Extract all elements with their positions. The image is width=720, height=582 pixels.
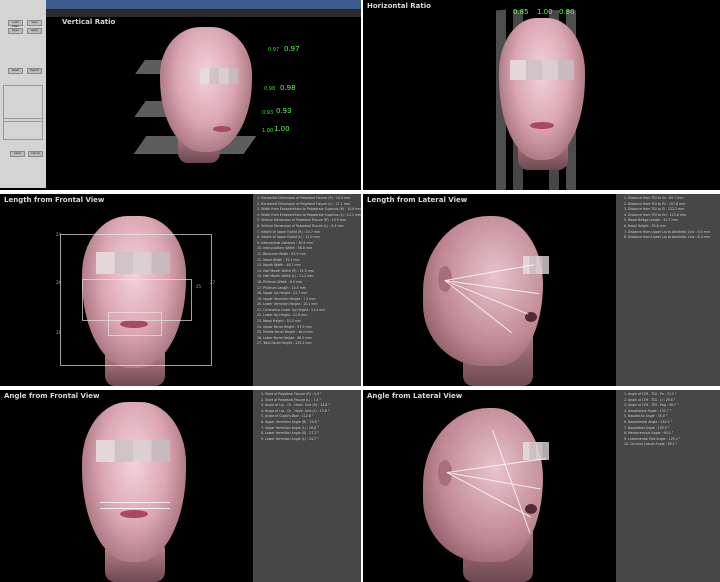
measurement-list: 1. Horizontal Dimension of Palpebral Fis… — [253, 194, 361, 386]
panel-title: Angle from Lateral View — [367, 392, 463, 400]
ratio-value-1: 0.97 — [284, 45, 300, 53]
face-3d-model — [160, 27, 252, 152]
sidebar-button-1[interactable]: Load Mesh — [8, 20, 23, 28]
lips — [120, 510, 148, 518]
list-container: 1. Angle of LTM - TDI - Pn : 31.5 ° 2. An… — [616, 390, 720, 448]
face-eye-mosaic — [510, 60, 574, 80]
horizontal-ratio-1: 0.85 — [513, 8, 529, 16]
side-label-2: 26 — [56, 280, 62, 285]
side-label-4: 27 — [210, 280, 216, 285]
sidebar-group-box-2 — [3, 118, 43, 140]
ratio-value-3: 0.93 — [276, 107, 292, 115]
measurement-list: 1. Angle of LTM - TDI - Pn : 31.5 ° 2. An… — [616, 390, 720, 582]
panel-title: Angle from Frontal View — [4, 392, 100, 400]
list-container: 1. Slant of Palpebral Fissure (R) : 5.9 … — [253, 390, 361, 442]
sidebar-button-4[interactable]: Apply — [27, 28, 42, 34]
side-label-5: 28 — [56, 330, 62, 335]
toolbar — [46, 9, 361, 17]
angle-frontal-panel: Angle from Frontal View 1. Slant of Palp… — [0, 390, 361, 582]
list-item: 27. Total Facial Height : 135.4 mm — [257, 341, 312, 346]
face-eye-mosaic — [96, 440, 170, 462]
window-titlebar — [46, 0, 361, 9]
length-frontal-panel: Length from Frontal View 24 26 25 27 28 … — [0, 194, 361, 386]
vertical-ratio-panel: Load Mesh Save Open Apply Reset Export C… — [0, 0, 361, 190]
sidebar-button-8[interactable]: Cancel — [28, 151, 43, 157]
panel-title: Vertical Ratio — [62, 18, 116, 26]
list-item: 10. Cervical Lobule Angle : 80.1 ° — [624, 442, 678, 447]
angle-line-2 — [100, 508, 170, 509]
measurement-box-lips — [108, 312, 162, 336]
angle-lateral-panel: Angle from Lateral View 1. Angle of LTM … — [363, 390, 720, 582]
ratio-small-label-3: 0.93 — [262, 110, 274, 116]
list-item: 9. Lower Vermilion Angle (L) : 24.7 ° — [261, 436, 319, 441]
ratio-small-label-4: 1.00 — [262, 128, 274, 134]
ratio-small-label-2: 0.98 — [264, 86, 276, 92]
sidebar-button-2[interactable]: Save — [27, 20, 42, 26]
sidebar-button-6[interactable]: Export — [27, 68, 42, 74]
side-label-1: 24 — [56, 232, 62, 237]
list-container: 1. Distance from TDI to Sn : 85.7 mm 2. D… — [616, 194, 720, 241]
lips — [530, 122, 554, 129]
measurement-list: 1. Slant of Palpebral Fissure (R) : 5.9 … — [253, 390, 361, 582]
list-item: 8. Distance from Lower Lip to Aesthetic … — [624, 235, 710, 240]
horizontal-ratio-2: 1.00 — [537, 8, 553, 16]
lips — [213, 126, 231, 132]
measurement-list: 1. Distance from TDI to Sn : 85.7 mm 2. D… — [616, 194, 720, 386]
sidebar-button-3[interactable]: Open — [8, 28, 23, 34]
sidebar-button-5[interactable]: Reset — [8, 68, 23, 74]
control-sidebar: Load Mesh Save Open Apply Reset Export C… — [0, 0, 46, 188]
side-label-3: 25 — [196, 284, 202, 289]
list-container: 1. Horizontal Dimension of Palpebral Fis… — [253, 194, 361, 347]
sidebar-button-7[interactable]: Close — [10, 151, 25, 157]
list-item: 3. Width from Endocanthion to Palpebrale… — [257, 207, 361, 212]
panel-title: Horizontal Ratio — [367, 2, 431, 10]
list-item: 1. Horizontal Dimension of Palpebral Fis… — [257, 196, 351, 200]
ratio-small-label-1: 0.97 — [268, 47, 280, 53]
sidebar-group-box — [3, 85, 43, 122]
length-lateral-panel: Length from Lateral View 1. Distance fro… — [363, 194, 720, 386]
face-frontal-model — [82, 402, 186, 562]
panel-title: Length from Lateral View — [367, 196, 468, 204]
face-eye-mosaic — [200, 68, 238, 84]
horizontal-ratio-3: 0.80 — [559, 8, 575, 16]
lips — [525, 504, 537, 514]
ratio-value-4: 1.00 — [274, 125, 290, 133]
angle-line-1 — [100, 502, 170, 503]
horizontal-ratio-panel: Horizontal Ratio 0.85 1.00 0.80 — [363, 0, 720, 190]
ratio-value-2: 0.98 — [280, 84, 296, 92]
panel-title: Length from Frontal View — [4, 196, 105, 204]
